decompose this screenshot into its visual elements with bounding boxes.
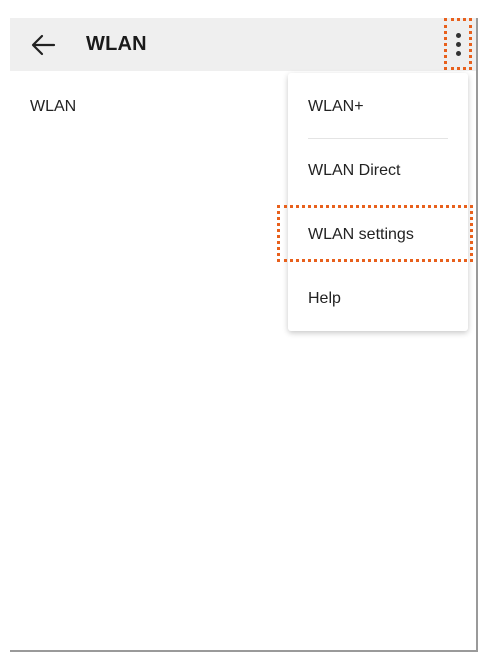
menu-divider [308,138,448,139]
app-bar: WLAN [10,18,476,71]
more-vertical-icon-dot [456,51,461,56]
more-vertical-icon-dot [456,42,461,47]
menu-item-wlan-plus[interactable]: WLAN+ [288,87,468,127]
overflow-menu: WLAN+ WLAN Direct WLAN settings Help [288,73,468,331]
menu-item-label: Help [308,290,341,307]
more-options-button[interactable] [444,18,472,70]
arrow-left-icon [31,34,56,56]
menu-item-label: WLAN Direct [308,162,401,179]
menu-item-label: WLAN+ [308,98,364,115]
page-title: WLAN [86,33,147,55]
phone-screen: WLAN WLAN WLAN+ WLAN Direct WLAN setting… [10,18,478,652]
menu-item-label: WLAN settings [308,226,414,243]
menu-item-wlan-direct[interactable]: WLAN Direct [288,151,468,191]
menu-item-wlan-settings[interactable]: WLAN settings [288,215,468,255]
more-vertical-icon [456,33,461,38]
wlan-list-header: WLAN [30,98,77,115]
back-button[interactable] [28,30,58,60]
menu-item-help[interactable]: Help [288,279,468,319]
